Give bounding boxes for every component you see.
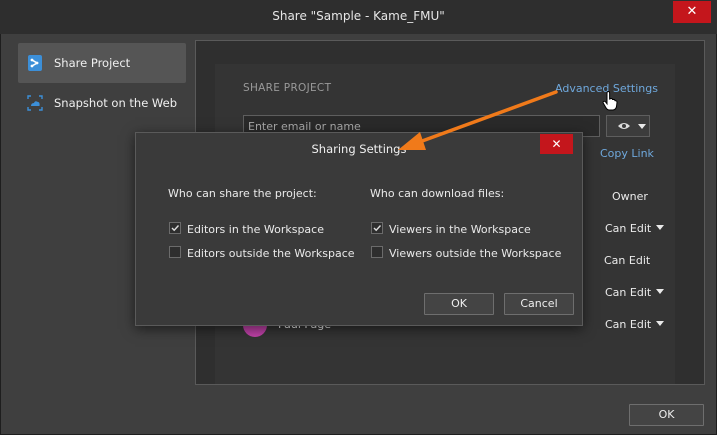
copy-link[interactable]: Copy Link xyxy=(600,147,654,160)
check-icon xyxy=(373,225,382,232)
chevron-down-icon xyxy=(656,321,665,326)
window-close-button[interactable]: ✕ xyxy=(673,1,711,23)
eye-icon xyxy=(618,123,630,129)
hand-cursor-icon xyxy=(602,91,618,111)
annotation-arrow-icon xyxy=(398,90,558,150)
footer-ok-button[interactable]: OK xyxy=(629,404,704,426)
web-snapshot-icon xyxy=(27,95,43,111)
check-icon xyxy=(171,225,180,232)
role-label: Can Edit xyxy=(605,318,652,331)
viewers-in-workspace-checkbox[interactable] xyxy=(371,222,383,234)
checkbox-label: Viewers outside the Workspace xyxy=(389,247,562,260)
sidebar-item-label: Snapshot on the Web xyxy=(54,96,177,110)
role-label: Can Edit xyxy=(605,222,652,235)
role-owner: Owner xyxy=(612,190,648,203)
share-project-icon xyxy=(28,55,42,71)
checkbox-label: Viewers in the Workspace xyxy=(389,223,531,236)
role-dropdown[interactable]: Can Edit xyxy=(605,222,675,235)
chevron-down-icon xyxy=(656,289,665,294)
window-title: Share "Sample - Kame_FMU" xyxy=(272,9,445,23)
sidebar-item-share-project[interactable]: Share Project xyxy=(18,43,186,83)
editors-in-workspace-checkbox[interactable] xyxy=(169,222,181,234)
chevron-down-icon xyxy=(638,124,646,129)
viewers-outside-workspace-checkbox[interactable] xyxy=(371,246,383,258)
chevron-down-icon xyxy=(656,225,665,230)
role-dropdown[interactable]: Can Edit xyxy=(605,286,675,299)
role-dropdown[interactable]: Can Edit xyxy=(605,318,675,331)
share-permission-heading: Who can share the project: xyxy=(168,187,317,200)
editors-outside-workspace-checkbox[interactable] xyxy=(169,246,181,258)
download-permission-heading: Who can download files: xyxy=(370,187,505,200)
sidebar-item-label: Share Project xyxy=(54,56,131,70)
dialog-ok-button[interactable]: OK xyxy=(424,293,494,315)
checkbox-label: Editors in the Workspace xyxy=(187,223,324,236)
dialog-cancel-button[interactable]: Cancel xyxy=(504,293,574,315)
visibility-dropdown[interactable] xyxy=(606,115,650,137)
sidebar-item-snapshot-web[interactable]: Snapshot on the Web xyxy=(18,83,186,123)
role-can-edit: Can Edit xyxy=(604,254,651,267)
checkbox-label: Editors outside the Workspace xyxy=(187,247,355,260)
role-label: Can Edit xyxy=(605,286,652,299)
section-heading: SHARE PROJECT xyxy=(243,82,332,94)
